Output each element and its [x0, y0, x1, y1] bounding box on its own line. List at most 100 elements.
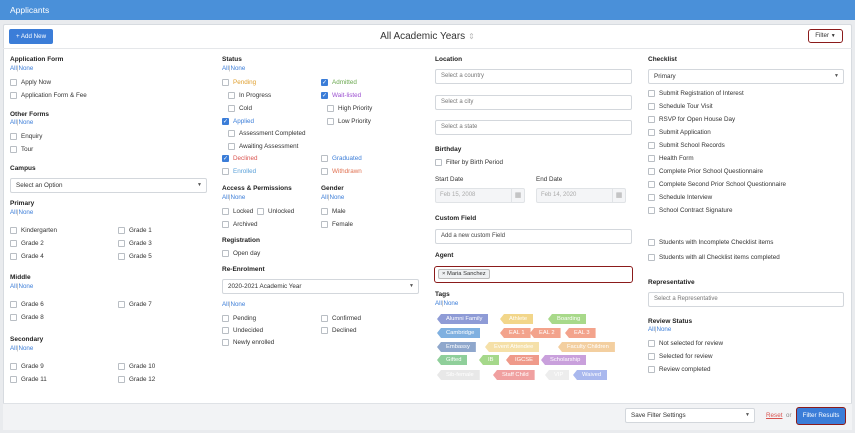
checkbox-icon[interactable]	[10, 301, 17, 308]
tag-chip[interactable]: Gifted	[437, 355, 468, 365]
tag-chip[interactable]: IB	[479, 355, 500, 365]
checkbox-checked-icon[interactable]: ✓	[321, 79, 328, 86]
grade-option[interactable]: Grade 10	[118, 363, 155, 370]
re-enrolment-option[interactable]: Undecided	[222, 327, 263, 334]
select-none-link[interactable]: None	[657, 326, 672, 333]
checkbox-icon[interactable]	[222, 339, 229, 346]
custom-field-input[interactable]: Add a new custom Field	[435, 229, 632, 244]
campus-select[interactable]: Select an Option ▼	[10, 178, 207, 193]
tag-chip[interactable]: IGCSE	[506, 355, 540, 365]
select-none-link[interactable]: None	[19, 119, 34, 126]
checkbox-icon[interactable]	[222, 168, 229, 175]
checkbox-icon[interactable]	[648, 129, 655, 136]
grade-option[interactable]: Kindergarten	[10, 227, 57, 234]
academic-year-selector[interactable]: All Academic Years ⇕	[0, 31, 855, 42]
checkbox-icon[interactable]	[118, 363, 125, 370]
checklist-select[interactable]: Primary ▼	[648, 69, 844, 84]
checkbox-icon[interactable]	[648, 90, 655, 97]
tag-chip[interactable]: Embassy	[437, 342, 476, 352]
agent-input[interactable]: × Maria Sanchez	[434, 266, 633, 283]
checklist-item[interactable]: Submit Registration of Interest	[648, 90, 744, 97]
checkbox-checked-icon[interactable]: ✓	[321, 92, 328, 99]
checkbox-icon[interactable]	[10, 92, 17, 99]
tag-chip[interactable]: EAL 2	[530, 328, 561, 338]
checklist-item[interactable]: Submit School Records	[648, 142, 725, 149]
status-option[interactable]: ✓ Wait-listed	[321, 92, 361, 99]
grade-option[interactable]: Grade 1	[118, 227, 152, 234]
grade-option[interactable]: Grade 5	[118, 253, 152, 260]
grade-option[interactable]: Grade 2	[10, 240, 44, 247]
filter-button[interactable]: Filter ▼	[808, 29, 843, 43]
checkbox-icon[interactable]	[10, 133, 17, 140]
tag-chip[interactable]: Boarding	[548, 314, 587, 324]
select-all-link[interactable]: All	[321, 194, 328, 201]
select-all-link[interactable]: All	[435, 300, 442, 307]
tag-chip[interactable]: Alumni Family	[437, 314, 489, 324]
status-option[interactable]: ✓ Admitted	[321, 79, 357, 86]
status-option[interactable]: In Progress	[228, 92, 271, 99]
checklist-item[interactable]: Complete Second Prior School Questionnai…	[648, 181, 786, 188]
access-option[interactable]: Unlocked	[257, 208, 294, 215]
checkbox-icon[interactable]	[257, 208, 264, 215]
select-all-link[interactable]: All	[10, 209, 17, 216]
representative-select[interactable]: Select a Representative	[648, 292, 844, 307]
checkbox-icon[interactable]	[648, 103, 655, 110]
reset-link[interactable]: Reset	[766, 412, 782, 419]
access-option[interactable]: Locked	[222, 208, 253, 215]
checkbox-icon[interactable]	[648, 254, 655, 261]
checklist-item[interactable]: Submit Application	[648, 129, 711, 136]
access-option[interactable]: Archived	[222, 221, 258, 228]
select-all-link[interactable]: All	[10, 119, 17, 126]
select-all-link[interactable]: All	[222, 194, 229, 201]
checkbox-icon[interactable]	[118, 376, 125, 383]
checkbox-icon[interactable]	[118, 227, 125, 234]
grade-option[interactable]: Grade 6	[10, 301, 44, 308]
checklist-item[interactable]: Schedule Tour Visit	[648, 103, 713, 110]
grade-option[interactable]: Grade 9	[10, 363, 44, 370]
status-option[interactable]: Enrolled	[222, 168, 256, 175]
gender-option[interactable]: Female	[321, 221, 353, 228]
tag-chip[interactable]: EAL 3	[565, 328, 596, 338]
checkbox-icon[interactable]	[10, 227, 17, 234]
application-form-option[interactable]: Application Form & Fee	[10, 92, 87, 99]
checkbox-icon[interactable]	[118, 240, 125, 247]
checkbox-icon[interactable]	[648, 353, 655, 360]
tag-chip[interactable]: Scholarship	[541, 355, 587, 365]
checkbox-icon[interactable]	[327, 118, 334, 125]
checklist-item[interactable]: RSVP for Open House Day	[648, 116, 735, 123]
other-forms-option[interactable]: Tour	[10, 146, 33, 153]
checkbox-icon[interactable]	[10, 79, 17, 86]
re-enrolment-option[interactable]: Pending	[222, 315, 256, 322]
checkbox-icon[interactable]	[648, 168, 655, 175]
grade-option[interactable]: Grade 4	[10, 253, 44, 260]
checkbox-icon[interactable]	[648, 155, 655, 162]
select-all-link[interactable]: All	[648, 326, 655, 333]
checkbox-icon[interactable]	[10, 146, 17, 153]
grade-option[interactable]: Grade 12	[118, 376, 155, 383]
status-option[interactable]: Withdrawn	[321, 168, 362, 175]
select-all-link[interactable]: All	[10, 283, 17, 290]
checkbox-icon[interactable]	[222, 208, 229, 215]
status-option[interactable]: Assessment Completed	[228, 130, 306, 137]
checkbox-icon[interactable]	[648, 239, 655, 246]
review-status-option[interactable]: Not selected for review	[648, 340, 723, 347]
select-none-link[interactable]: None	[330, 194, 345, 201]
checkbox-icon[interactable]	[228, 92, 235, 99]
filter-by-birth-period[interactable]: Filter by Birth Period	[435, 159, 503, 166]
checkbox-icon[interactable]	[118, 253, 125, 260]
select-none-link[interactable]: None	[19, 209, 34, 216]
tag-chip[interactable]: Staff Child	[493, 370, 535, 380]
checkbox-icon[interactable]	[228, 105, 235, 112]
tag-chip[interactable]: Sib-female	[437, 370, 480, 380]
review-status-option[interactable]: Review completed	[648, 366, 710, 373]
checkbox-icon[interactable]	[321, 208, 328, 215]
checkbox-icon[interactable]	[648, 194, 655, 201]
city-select[interactable]: Select a city	[435, 95, 632, 110]
remove-chip-icon[interactable]: ×	[442, 271, 445, 277]
checkbox-icon[interactable]	[435, 159, 442, 166]
checkbox-icon[interactable]	[222, 79, 229, 86]
checkbox-icon[interactable]	[648, 142, 655, 149]
other-forms-option[interactable]: Enquiry	[10, 133, 42, 140]
checkbox-icon[interactable]	[648, 181, 655, 188]
select-none-link[interactable]: None	[231, 194, 246, 201]
